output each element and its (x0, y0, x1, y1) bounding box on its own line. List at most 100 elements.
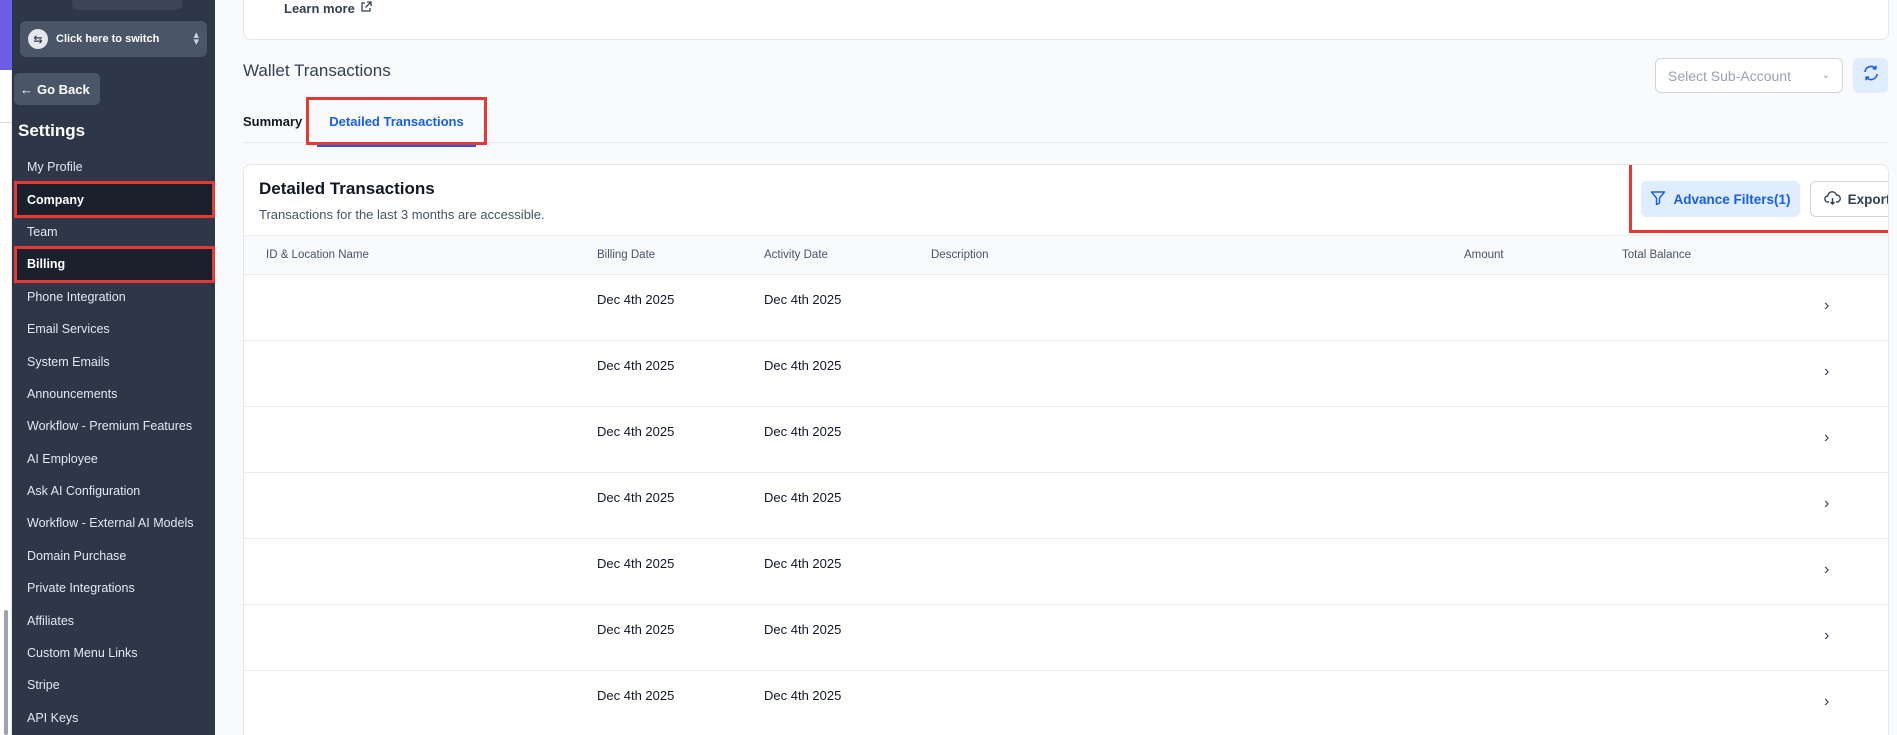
transactions-card: Detailed Transactions Transactions for t… (243, 164, 1889, 735)
sidebar-item-phone-integration[interactable]: Phone Integration (12, 281, 215, 313)
chevron-right-icon[interactable]: › (1824, 561, 1829, 579)
refresh-button[interactable] (1853, 58, 1888, 93)
sidebar-item-custom-menu-links[interactable]: Custom Menu Links (12, 637, 215, 669)
tab-summary[interactable]: Summary (243, 114, 302, 129)
sidebar-item-label: Private Integrations (27, 581, 135, 596)
table-row[interactable]: Dec 4th 2025 Dec 4th 2025 › (244, 341, 1888, 407)
external-link-icon (360, 1, 372, 16)
left-app-strip (0, 0, 12, 735)
column-header: Total Balance (1622, 249, 1692, 261)
sidebar-nav: My Profile Company Team Billing Phone Integr… (12, 151, 215, 734)
activity-date-cell: Dec 4th 2025 (764, 358, 842, 373)
go-back-button[interactable]: ← Go Back (14, 73, 100, 105)
sidebar-item-ask-ai-configuration[interactable]: Ask AI Configuration (12, 475, 215, 507)
billing-date-cell: Dec 4th 2025 (597, 358, 675, 373)
go-back-label: Go Back (37, 81, 90, 97)
account-switcher[interactable]: ⇆ Click here to switch ▴ ▾ (20, 21, 207, 57)
billing-date-cell: Dec 4th 2025 (597, 688, 675, 703)
sidebar-item-affiliates[interactable]: Affiliates (12, 604, 215, 636)
chevron-right-icon[interactable]: › (1824, 495, 1829, 513)
sidebar-item-label: System Emails (27, 354, 110, 369)
sidebar-item-system-emails[interactable]: System Emails (12, 345, 215, 377)
table-row[interactable]: Dec 4th 2025 Dec 4th 2025 › (244, 473, 1888, 539)
column-header: Description (931, 249, 989, 261)
sidebar-item-private-integrations[interactable]: Private Integrations (12, 572, 215, 604)
divider (0, 122, 12, 123)
tab-bar: Summary Detailed Transactions (243, 97, 1889, 147)
scrollbar[interactable] (4, 610, 8, 735)
sidebar-item-label: Workflow - Premium Features (27, 419, 193, 434)
refresh-icon (1862, 64, 1880, 87)
tab-detailed-label: Detailed Transactions (329, 113, 464, 129)
card-title: Detailed Transactions (259, 179, 435, 198)
chevron-right-icon[interactable]: › (1824, 429, 1829, 447)
sidebar-item-label: Billing (27, 257, 66, 272)
info-card: Learn more (243, 0, 1889, 40)
billing-date-cell: Dec 4th 2025 (597, 490, 675, 505)
sidebar-item-ai-employee[interactable]: AI Employee (12, 443, 215, 475)
chevron-right-icon[interactable]: › (1824, 693, 1829, 711)
sidebar-item-stripe[interactable]: Stripe (12, 669, 215, 701)
card-subtitle: Transactions for the last 3 months are a… (259, 207, 545, 222)
learn-more-label: Learn more (284, 1, 355, 16)
table-row[interactable]: Dec 4th 2025 Dec 4th 2025 › (244, 275, 1888, 341)
activity-date-cell: Dec 4th 2025 (764, 556, 842, 571)
sidebar-item-label: Company (27, 192, 84, 207)
sidebar-item-label: Email Services (27, 322, 110, 337)
sidebar-item-announcements[interactable]: Announcements (12, 378, 215, 410)
page-title: Wallet Transactions (243, 61, 391, 80)
column-header: ID & Location Name (266, 249, 369, 261)
export-button[interactable]: Export (1810, 181, 1889, 217)
chevron-right-icon[interactable]: › (1824, 363, 1829, 381)
activity-date-cell: Dec 4th 2025 (764, 490, 842, 505)
learn-more-link[interactable]: Learn more (284, 1, 372, 16)
sidebar-item-label: Ask AI Configuration (27, 484, 141, 499)
sidebar-item-label: Phone Integration (27, 289, 126, 304)
column-header: Amount (1464, 249, 1504, 261)
sidebar-item-label: Team (27, 224, 58, 239)
logo (72, 0, 182, 10)
brand-accent (0, 0, 12, 70)
sidebar-item-label: Affiliates (27, 613, 75, 628)
chevron-right-icon[interactable]: › (1824, 297, 1829, 315)
activity-date-cell: Dec 4th 2025 (764, 688, 842, 703)
sidebar-item-company[interactable]: Company (14, 181, 215, 218)
billing-date-cell: Dec 4th 2025 (597, 556, 675, 571)
sidebar-item-label: Domain Purchase (27, 548, 127, 563)
subaccount-select[interactable]: Select Sub-Account ⌄ (1655, 58, 1843, 93)
sidebar-item-workflow-premium-features[interactable]: Workflow - Premium Features (12, 410, 215, 442)
settings-sidebar: ⇆ Click here to switch ▴ ▾ ← Go Back Sett… (12, 0, 215, 735)
table-row[interactable]: Dec 4th 2025 Dec 4th 2025 › (244, 671, 1888, 735)
chevron-right-icon[interactable]: › (1824, 627, 1829, 645)
sidebar-item-billing[interactable]: Billing (14, 246, 215, 283)
subaccount-placeholder: Select Sub-Account (1668, 67, 1791, 84)
sidebar-item-workflow-external-ai-models[interactable]: Workflow - External AI Models (12, 507, 215, 539)
sidebar-item-label: AI Employee (27, 451, 98, 466)
sidebar-item-label: Stripe (27, 678, 60, 693)
table-row[interactable]: Dec 4th 2025 Dec 4th 2025 › (244, 605, 1888, 671)
sidebar-title: Settings (18, 121, 86, 140)
advance-filters-label: Advance Filters(1) (1673, 191, 1791, 207)
tab-detailed-transactions[interactable]: Detailed Transactions (306, 97, 487, 147)
table-row[interactable]: Dec 4th 2025 Dec 4th 2025 › (244, 539, 1888, 605)
sidebar-item-label: API Keys (27, 710, 79, 725)
billing-date-cell: Dec 4th 2025 (597, 622, 675, 637)
billing-date-cell: Dec 4th 2025 (597, 424, 675, 439)
table-row[interactable]: Dec 4th 2025 Dec 4th 2025 › (244, 407, 1888, 473)
sidebar-item-team[interactable]: Team (12, 216, 215, 248)
sidebar-item-my-profile[interactable]: My Profile (12, 151, 215, 183)
sidebar-item-label: Workflow - External AI Models (27, 516, 194, 531)
sidebar-item-email-services[interactable]: Email Services (12, 313, 215, 345)
switch-icon: ⇆ (28, 29, 48, 49)
billing-date-cell: Dec 4th 2025 (597, 292, 675, 307)
advance-filters-button[interactable]: Advance Filters(1) (1641, 181, 1800, 217)
export-label: Export (1847, 191, 1889, 207)
column-header: Billing Date (597, 249, 656, 261)
main-content: Learn more Wallet Transactions Select Su… (215, 0, 1897, 735)
sidebar-item-api-keys[interactable]: API Keys (12, 702, 215, 734)
sidebar-item-label: Announcements (27, 386, 118, 401)
activity-date-cell: Dec 4th 2025 (764, 292, 842, 307)
filter-icon (1650, 190, 1666, 209)
sidebar-item-domain-purchase[interactable]: Domain Purchase (12, 540, 215, 572)
column-header: Activity Date (764, 249, 828, 261)
